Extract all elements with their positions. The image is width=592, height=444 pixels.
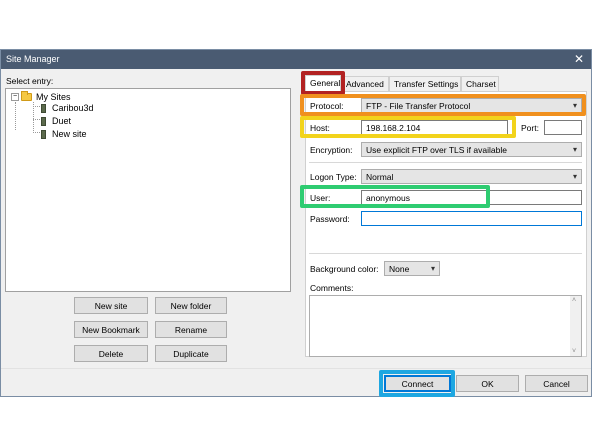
duplicate-button[interactable]: Duplicate <box>155 345 227 362</box>
encryption-value: Use explicit FTP over TLS if available <box>366 144 507 155</box>
connect-button[interactable]: Connect <box>384 375 451 392</box>
divider <box>309 162 582 163</box>
tab-advanced[interactable]: Advanced <box>341 76 389 91</box>
tree-item-my-sites[interactable]: − My Sites <box>11 91 71 102</box>
encryption-select[interactable]: Use explicit FTP over TLS if available ▾ <box>361 142 582 157</box>
tree-item-duet[interactable]: Duet <box>41 116 71 126</box>
tree-line <box>33 106 40 107</box>
chevron-down-icon: ▾ <box>430 264 435 273</box>
user-value: anonymous <box>366 192 410 203</box>
site-manager-window: Site Manager ✕ Select entry: − My Sites … <box>0 49 592 397</box>
scroll-down-icon[interactable]: ˅ <box>572 348 576 355</box>
tree-item-label: Duet <box>52 116 72 126</box>
server-icon <box>41 116 46 126</box>
new-site-button[interactable]: New site <box>74 297 148 314</box>
protocol-value: FTP - File Transfer Protocol <box>366 100 471 111</box>
close-icon[interactable]: ✕ <box>574 52 584 66</box>
tree-item-label: My Sites <box>36 92 71 102</box>
tree-item-label: New site <box>52 129 87 139</box>
tree-line <box>15 102 16 130</box>
chevron-down-icon: ▾ <box>572 145 577 154</box>
server-icon <box>41 129 46 139</box>
tab-general[interactable]: General <box>305 75 341 92</box>
port-label: Port: <box>521 123 539 133</box>
host-label: Host: <box>310 123 330 133</box>
server-icon <box>41 103 46 113</box>
background-color-select[interactable]: None ▾ <box>384 261 440 276</box>
background-color-value: None <box>389 263 410 274</box>
chevron-down-icon: ▾ <box>572 172 577 181</box>
tab-transfer-settings[interactable]: Transfer Settings <box>389 76 461 91</box>
window-title: Site Manager <box>6 54 60 64</box>
background-color-label: Background color: <box>310 264 379 274</box>
comments-textarea[interactable] <box>309 295 582 357</box>
cancel-button[interactable]: Cancel <box>525 375 588 392</box>
user-input[interactable]: anonymous <box>361 190 582 205</box>
comments-scrollbar[interactable]: ˄ ˅ <box>570 296 581 356</box>
tab-charset[interactable]: Charset <box>461 76 499 91</box>
delete-button[interactable]: Delete <box>74 345 148 362</box>
folder-icon <box>21 91 32 101</box>
select-entry-label: Select entry: <box>6 76 54 86</box>
port-input[interactable] <box>544 120 582 135</box>
password-input[interactable] <box>361 211 582 226</box>
footer-divider <box>1 368 591 369</box>
encryption-label: Encryption: <box>310 145 353 155</box>
protocol-label: Protocol: <box>310 101 344 111</box>
protocol-select[interactable]: FTP - File Transfer Protocol ▾ <box>361 98 582 113</box>
host-input[interactable]: 198.168.2.104 <box>361 120 508 135</box>
collapse-icon[interactable]: − <box>11 93 19 101</box>
password-label: Password: <box>310 214 350 224</box>
tree-item-new-site[interactable]: New site <box>41 129 87 139</box>
host-value: 198.168.2.104 <box>366 122 421 133</box>
comments-label: Comments: <box>310 283 354 293</box>
title-bar: Site Manager ✕ <box>1 50 591 69</box>
divider <box>309 253 582 254</box>
tree-item-label: Caribou3d <box>52 103 94 113</box>
logon-type-label: Logon Type: <box>310 172 357 182</box>
user-label: User: <box>310 193 331 203</box>
logon-type-select[interactable]: Normal ▾ <box>361 169 582 184</box>
tree-line <box>33 132 40 133</box>
logon-type-value: Normal <box>366 171 394 182</box>
new-folder-button[interactable]: New folder <box>155 297 227 314</box>
site-tree[interactable]: − My Sites Caribou3d Duet New site <box>5 88 291 292</box>
ok-button[interactable]: OK <box>456 375 519 392</box>
chevron-down-icon: ▾ <box>572 101 577 110</box>
tree-line <box>33 119 40 120</box>
new-bookmark-button[interactable]: New Bookmark <box>74 321 148 338</box>
tree-item-caribou3d[interactable]: Caribou3d <box>41 103 94 113</box>
rename-button[interactable]: Rename <box>155 321 227 338</box>
scroll-up-icon[interactable]: ˄ <box>572 297 576 304</box>
